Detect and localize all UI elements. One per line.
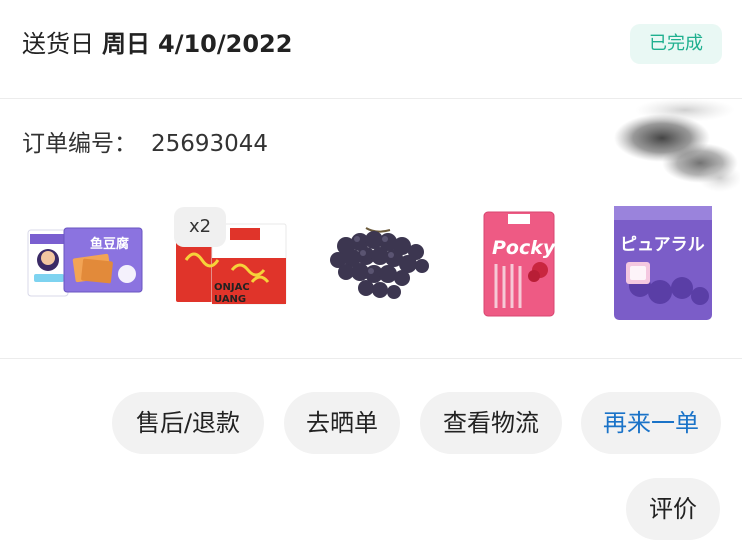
view-logistics-button[interactable]: 查看物流	[420, 392, 562, 454]
order-number-label: 订单编号：	[22, 131, 137, 157]
product-thumb-fish-tofu[interactable]: 鱼豆腐	[24, 200, 148, 320]
delivery-info: 送货日 周日 4/10/2022	[22, 28, 292, 60]
order-number-value: 25693044	[151, 131, 269, 157]
konjac-line2: UANG	[214, 294, 246, 305]
product-thumb-puraral[interactable]: ピュアラル	[604, 200, 728, 320]
refund-button[interactable]: 售后/退款	[112, 392, 264, 454]
product-thumbnails[interactable]: 鱼豆腐 ONJAC UANG Pocky ピュアラル	[0, 200, 742, 320]
reorder-button[interactable]: 再来一单	[581, 392, 721, 454]
product-thumb-grapes[interactable]	[316, 200, 440, 320]
pocky-brand: Pocky	[492, 237, 557, 259]
fish-tofu-title: 鱼豆腐	[90, 236, 129, 252]
delivery-label: 送货日	[22, 30, 94, 58]
quantity-badge: x2	[174, 207, 226, 247]
puraral-brand: ピュアラル	[620, 235, 705, 255]
share-order-button[interactable]: 去晒单	[284, 392, 400, 454]
order-header: 送货日 周日 4/10/2022 已完成	[22, 24, 722, 66]
product-thumb-pocky[interactable]: Pocky	[460, 200, 584, 320]
review-button[interactable]: 评价	[626, 478, 720, 540]
order-number: 订单编号： 25693044	[22, 128, 268, 160]
delivery-date: 4/10/2022	[158, 30, 293, 58]
status-badge: 已完成	[630, 24, 722, 64]
konjac-line1: ONJAC	[214, 282, 250, 293]
smudge-artifact	[614, 98, 740, 192]
delivery-day: 周日	[102, 30, 150, 58]
divider	[0, 358, 742, 359]
